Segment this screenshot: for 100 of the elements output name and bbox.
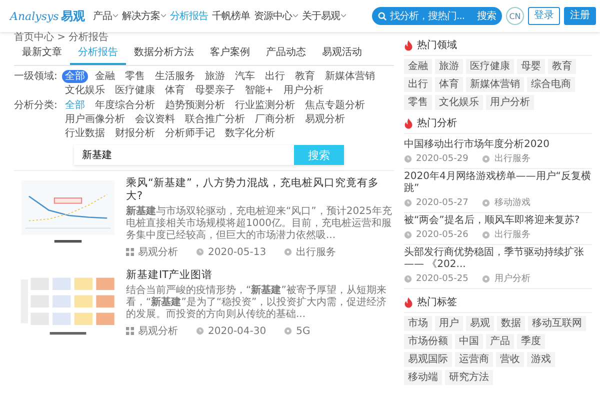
tag-icon <box>284 248 292 256</box>
hot-tag[interactable]: 数据 <box>497 316 525 331</box>
tab[interactable]: 易观活动 <box>314 44 370 65</box>
hot-tag[interactable]: 季度 <box>517 334 545 349</box>
field-tag[interactable]: 零售 <box>404 95 432 110</box>
nav-item[interactable]: 资源中心 <box>254 9 298 23</box>
filter-option[interactable]: 行业监测分析 <box>232 99 298 112</box>
field-tag[interactable]: 教育 <box>548 59 576 74</box>
filter-option[interactable]: 用户画像分析 <box>62 113 128 126</box>
analysis-tag[interactable]: 出行服务 <box>494 228 530 241</box>
nav-item[interactable]: 产品 <box>92 9 118 23</box>
analysis-link[interactable]: 被“两会”提名后，顺风车即将迎来复苏? <box>404 215 592 227</box>
field-tag[interactable]: 出行 <box>404 77 432 92</box>
tab[interactable]: 最新文章 <box>14 44 70 65</box>
breadcrumb: 首页中心 > 分析报告 <box>14 32 110 44</box>
filter-option[interactable]: 教育 <box>292 70 318 83</box>
field-tag[interactable]: 旅游 <box>435 59 463 74</box>
hot-tag[interactable]: 移动互联网 <box>528 316 586 331</box>
field-tag[interactable]: 医疗健康 <box>466 59 514 74</box>
field-tag[interactable]: 母婴 <box>517 59 545 74</box>
field-tag[interactable]: 金融 <box>404 59 432 74</box>
logo-text[interactable]: Analysys <box>10 10 59 22</box>
field-tag[interactable]: 新媒体营销 <box>466 77 524 92</box>
filter-option[interactable]: 汽车 <box>232 70 258 83</box>
filter-option[interactable]: 零售 <box>122 70 148 83</box>
filter-option[interactable]: 出行 <box>262 70 288 83</box>
filter-option[interactable]: 生活服务 <box>152 70 198 83</box>
article-tag[interactable]: 5G <box>296 326 310 336</box>
filter-option[interactable]: 厂商分析 <box>252 113 298 126</box>
grid-icon <box>126 327 134 335</box>
clock-icon <box>404 154 412 162</box>
analysis-tag[interactable]: 出行服务 <box>494 152 530 165</box>
hot-tag[interactable]: 中国 <box>455 334 483 349</box>
filter-option[interactable]: 联合推广分析 <box>182 113 248 126</box>
filter-option[interactable]: 会议资料 <box>132 113 178 126</box>
filter-option[interactable]: 旅游 <box>202 70 228 83</box>
field-tag[interactable]: 用户分析 <box>486 95 534 110</box>
hot-tag[interactable]: 用户 <box>435 316 463 331</box>
analysis-link[interactable]: 2020年4月网络游戏榜单——用户“反复横跳” <box>404 171 592 195</box>
hot-tag[interactable]: 市场份额 <box>404 334 452 349</box>
field-tag[interactable]: 体育 <box>435 77 463 92</box>
article-title[interactable]: 乘风“新基建”，八方势力混战，充电桩风口究竟有多大? <box>126 177 394 203</box>
tag-icon <box>482 274 490 282</box>
filter-option[interactable]: 用户分析 <box>280 84 326 97</box>
article-tag[interactable]: 出行服务 <box>296 245 336 259</box>
filter-option[interactable]: 财报分析 <box>112 127 158 140</box>
tab[interactable]: 数据分析方法 <box>126 44 202 65</box>
tag-icon <box>482 230 490 238</box>
filter-option[interactable]: 数字化分析 <box>222 127 278 140</box>
clock-icon <box>196 248 204 256</box>
analysis-link[interactable]: 中国移动出行市场年度分析2020 <box>404 139 592 151</box>
tag-icon <box>284 327 292 335</box>
filter-option[interactable]: 文化娱乐 <box>62 84 108 97</box>
hot-tag[interactable]: 市场 <box>404 316 432 331</box>
hot-tag[interactable]: 营收 <box>496 352 524 367</box>
filter-option[interactable]: 金融 <box>92 70 118 83</box>
tab[interactable]: 客户案例 <box>202 44 258 65</box>
article-title[interactable]: 新基建IT产业图谱 <box>126 269 394 282</box>
filter-option[interactable]: 趋势预测分析 <box>162 99 228 112</box>
nav-item[interactable]: 关于易观 <box>302 9 346 23</box>
filter-option[interactable]: 新媒体营销 <box>322 70 378 83</box>
clock-icon <box>196 327 204 335</box>
hot-tag[interactable]: 易观国际 <box>404 352 452 367</box>
hot-tag[interactable]: 研究方法 <box>445 370 493 385</box>
article-source: 易观分析 <box>138 246 178 259</box>
hot-tag[interactable]: 移动端 <box>404 370 442 385</box>
search-field[interactable]: 新基建 <box>74 145 294 165</box>
hot-tag[interactable]: 游戏 <box>527 352 555 367</box>
logo-text[interactable]: 易观 <box>60 8 85 24</box>
tag-icon <box>482 198 490 206</box>
search-icon <box>378 12 387 20</box>
article-source: 易观分析 <box>138 324 178 338</box>
filter-option[interactable]: 年度综合分析 <box>92 99 158 112</box>
field-tag[interactable]: 综合电商 <box>527 77 575 92</box>
hot-tag[interactable]: 运营商 <box>455 352 493 367</box>
hot-tag[interactable]: 易观 <box>466 316 494 331</box>
filter-option[interactable]: 分析师手记 <box>162 127 218 140</box>
filter-option[interactable]: 焦点专题分析 <box>302 99 368 112</box>
filter-option[interactable]: 易观分析 <box>302 113 348 126</box>
field-tag[interactable]: 文化娱乐 <box>435 95 483 110</box>
flame-icon <box>404 118 413 128</box>
language-button[interactable]: CN <box>506 7 524 25</box>
analysis-link[interactable]: 头部发行商优势稳固，季节驱动持续扩张 —— 《202... <box>404 247 592 271</box>
nav-item[interactable]: 解决方案 <box>122 9 166 23</box>
filter-option[interactable]: 医疗健康 <box>112 84 158 97</box>
clock-icon <box>404 198 412 206</box>
filter-option[interactable]: 行业数据 <box>62 127 108 140</box>
analysis-tag[interactable]: 用户分析 <box>494 272 530 285</box>
flame-icon <box>404 40 413 50</box>
hot-tag[interactable]: 产品 <box>486 334 514 349</box>
article-summary: 新基建与市场双轮驱动，充电桩迎来“风口”，预计2025年充电桩直接相关市场规模将超1000亿。目前，充电桩运营和服务集中度已经较高，但巨大的市场潜力依然吸... <box>126 206 393 242</box>
tab[interactable]: 产品动态 <box>258 44 314 65</box>
analysis-tag[interactable]: 移动游戏 <box>494 196 530 209</box>
filter-option[interactable]: 智能+ <box>242 84 276 97</box>
filter-label: 分析分类: <box>14 99 58 112</box>
login-button[interactable]: 登录 <box>528 7 560 25</box>
nav-item[interactable]: 千帆榜单 <box>212 9 250 23</box>
filter-option[interactable]: 全部 <box>62 70 88 83</box>
filter-option[interactable]: 体育 <box>162 84 188 97</box>
filter-option[interactable]: 母婴亲子 <box>192 84 238 97</box>
